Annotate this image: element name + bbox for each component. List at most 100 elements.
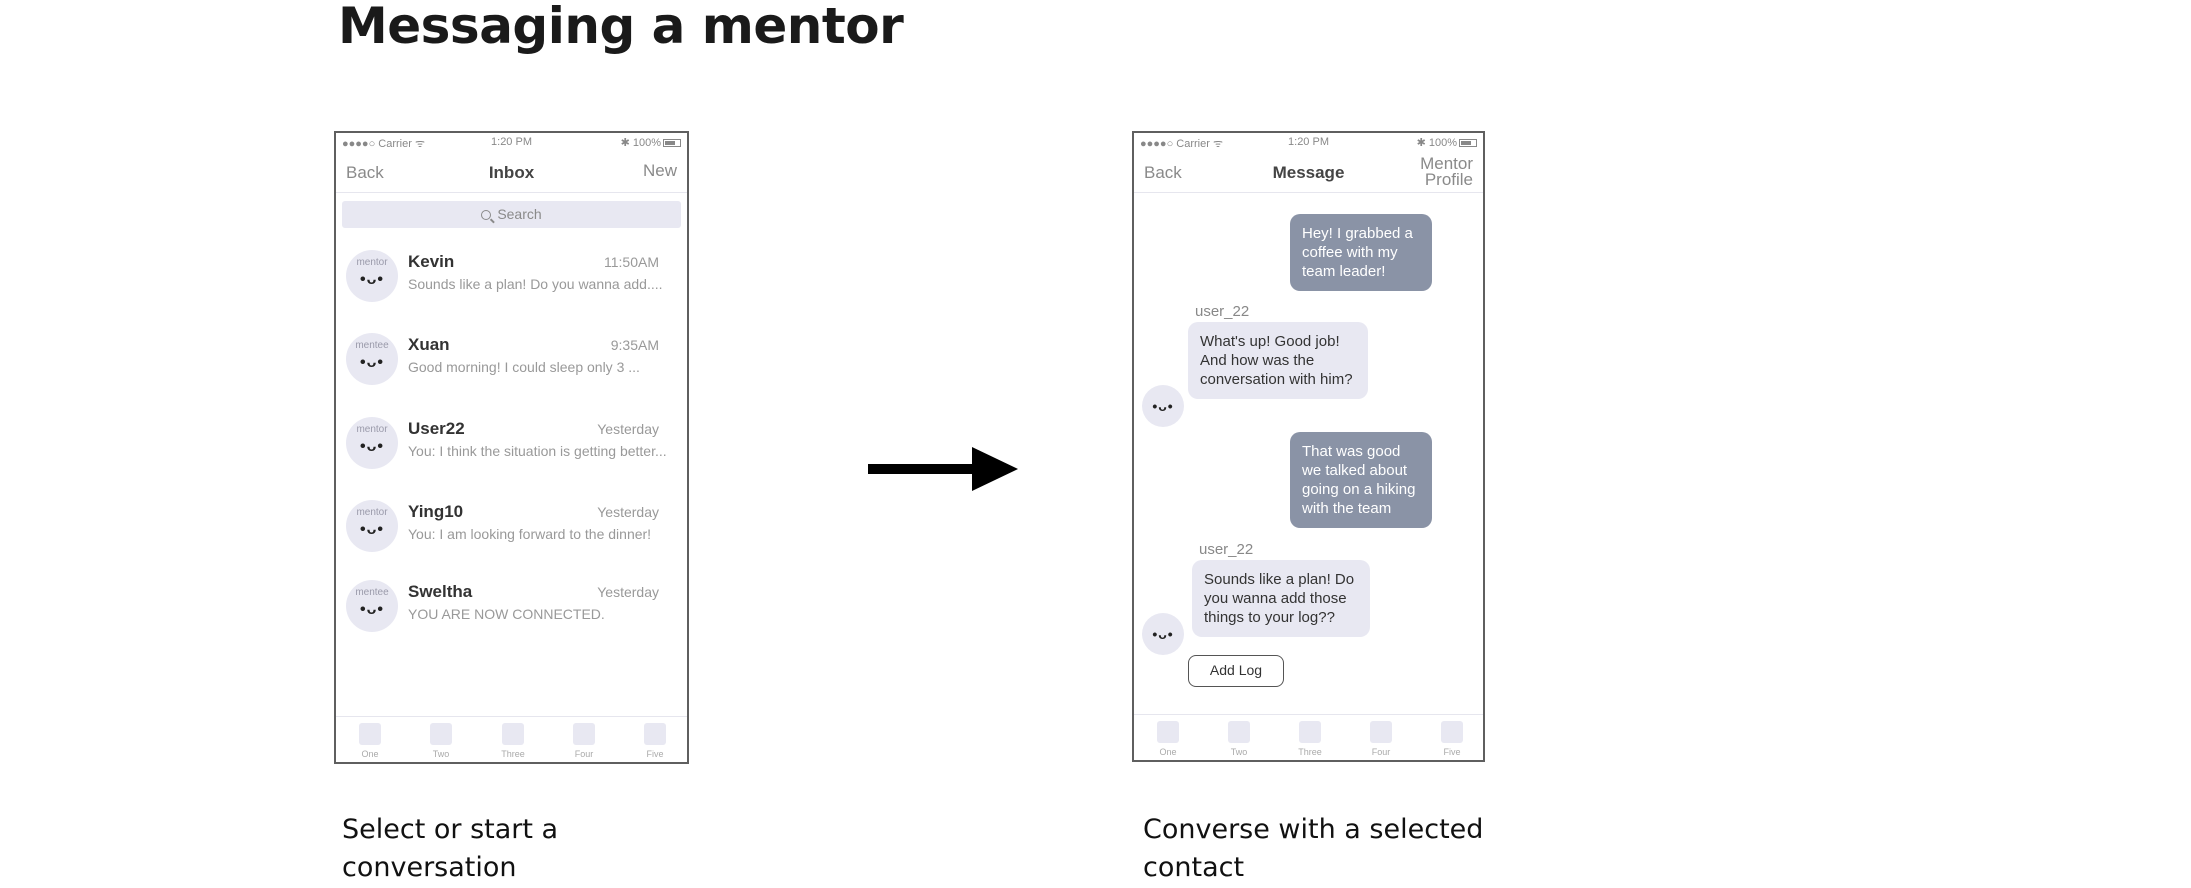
message-preview: You: I think the situation is getting be…: [408, 443, 667, 459]
search-input[interactable]: Search: [342, 201, 681, 228]
message-time: 9:35AM: [610, 337, 659, 353]
tab-one[interactable]: One: [1148, 721, 1188, 757]
message-navbar: Back Message Mentor Profile: [1134, 151, 1483, 193]
tab-four-icon: [573, 723, 595, 745]
tab-two[interactable]: Two: [421, 723, 461, 759]
avatar: •ᴗ•: [1142, 613, 1184, 655]
message-preview: You: I am looking forward to the dinner!: [408, 526, 652, 542]
message-preview: Good morning! I could sleep only 3 ...: [408, 359, 640, 375]
tab-four[interactable]: Four: [1361, 721, 1401, 757]
incoming-message: What's up! Good job! And how was the con…: [1188, 322, 1368, 399]
contact-name: Ying10: [408, 502, 464, 521]
battery-indicator: ✱ 100%: [1417, 136, 1477, 149]
outgoing-message: Hey! I grabbed a coffee with my team lea…: [1290, 214, 1432, 291]
tab-four-icon: [1370, 721, 1392, 743]
status-bar: ●●●●○ Carrier ᯤ 1:20 PM ✱ 100%: [1134, 133, 1483, 151]
tab-label: One: [1159, 747, 1177, 757]
tab-two-icon: [1228, 721, 1250, 743]
tab-label: Three: [501, 749, 525, 759]
tab-bar: One Two Three Four Five: [1134, 714, 1483, 760]
tab-bar: One Two Three Four Five: [336, 716, 687, 762]
face-icon: •ᴗ•: [360, 601, 384, 618]
message-preview: Sounds like a plan! Do you wanna add....: [408, 276, 663, 292]
message-time: Yesterday: [597, 421, 659, 437]
conversation-row-xuan[interactable]: mentee •ᴗ• Xuan 9:35AM Good morning! I c…: [336, 321, 687, 403]
tab-two[interactable]: Two: [1219, 721, 1259, 757]
new-message-button[interactable]: New: [643, 162, 677, 179]
tab-five[interactable]: Five: [635, 723, 675, 759]
face-icon: •ᴗ•: [1152, 398, 1174, 414]
tab-label: Five: [646, 749, 664, 759]
contact-name: Xuan: [408, 335, 450, 354]
battery-icon: [663, 139, 681, 148]
tab-five-icon: [644, 723, 666, 745]
avatar-role: mentor: [356, 424, 388, 435]
tab-three[interactable]: Three: [493, 723, 533, 759]
message-time: 11:50AM: [604, 254, 659, 270]
tab-label: Four: [1371, 747, 1391, 757]
contact-name: Kevin: [408, 252, 455, 271]
face-icon: •ᴗ•: [360, 438, 384, 455]
tab-label: Two: [432, 749, 450, 759]
message-preview: YOU ARE NOW CONNECTED.: [408, 606, 605, 622]
status-bar: ●●●●○ Carrier ᯤ 1:20 PM ✱ 100%: [336, 133, 687, 151]
tab-one-icon: [359, 723, 381, 745]
battery-indicator: ✱ 100%: [621, 136, 681, 149]
inbox-title: Inbox: [488, 163, 535, 182]
tab-five-icon: [1441, 721, 1463, 743]
inbox-screen: ●●●●○ Carrier ᯤ 1:20 PM ✱ 100% Back Inbo…: [334, 131, 689, 764]
message-time: Yesterday: [597, 504, 659, 520]
tab-one[interactable]: One: [350, 723, 390, 759]
tab-four[interactable]: Four: [564, 723, 604, 759]
message-screen: ●●●●○ Carrier ᯤ 1:20 PM ✱ 100% Back Mess…: [1132, 131, 1485, 762]
contact-name: Sweltha: [408, 582, 473, 601]
conversation-row-user22[interactable]: mentor •ᴗ• User22 Yesterday You: I think…: [336, 405, 687, 487]
avatar: mentor •ᴗ•: [346, 250, 398, 302]
face-icon: •ᴗ•: [360, 521, 384, 538]
right-arrow-icon: [868, 447, 1018, 491]
battery-label: ✱ 100%: [1416, 137, 1457, 149]
tab-label: One: [361, 749, 379, 759]
search-icon: [481, 210, 492, 220]
tab-one-icon: [1157, 721, 1179, 743]
contact-name: User22: [408, 419, 465, 438]
battery-label: ✱ 100%: [620, 137, 661, 149]
avatar-role: mentor: [356, 507, 388, 518]
sender-label: user_22: [1199, 541, 1254, 558]
avatar: •ᴗ•: [1142, 385, 1184, 427]
face-icon: •ᴗ•: [360, 354, 384, 371]
tab-label: Four: [574, 749, 594, 759]
search-placeholder: Search: [497, 206, 542, 222]
avatar-role: mentor: [356, 257, 388, 268]
tab-five[interactable]: Five: [1432, 721, 1472, 757]
battery-icon: [1459, 139, 1477, 148]
avatar: mentee •ᴗ•: [346, 580, 398, 632]
message-caption: Converse with a selected contact: [1143, 814, 1484, 883]
tab-three[interactable]: Three: [1290, 721, 1330, 757]
page-title: Messaging a mentor: [338, 0, 904, 55]
tab-three-icon: [1299, 721, 1321, 743]
sender-label: user_22: [1195, 303, 1250, 320]
mentor-profile-button[interactable]: Mentor Profile: [1413, 155, 1473, 188]
outgoing-message: That was good we talked about going on a…: [1290, 432, 1432, 528]
face-icon: •ᴗ•: [360, 271, 384, 288]
tab-label: Three: [1298, 747, 1322, 757]
face-icon: •ᴗ•: [1152, 626, 1174, 642]
tab-three-icon: [502, 723, 524, 745]
inbox-navbar: Back Inbox New: [336, 151, 687, 193]
add-log-button[interactable]: Add Log: [1188, 655, 1284, 687]
avatar: mentor •ᴗ•: [346, 417, 398, 469]
avatar: mentee •ᴗ•: [346, 333, 398, 385]
avatar: mentor •ᴗ•: [346, 500, 398, 552]
conversation-row-sweltha[interactable]: mentee •ᴗ• Sweltha Yesterday YOU ARE NOW…: [336, 568, 687, 650]
tab-two-icon: [430, 723, 452, 745]
conversation-row-ying10[interactable]: mentor •ᴗ• Ying10 Yesterday You: I am lo…: [336, 488, 687, 570]
conversation-row-kevin[interactable]: mentor •ᴗ• Kevin 11:50AM Sounds like a p…: [336, 238, 687, 320]
avatar-role: mentee: [355, 340, 389, 351]
tab-label: Five: [1443, 747, 1461, 757]
message-time: Yesterday: [597, 584, 659, 600]
avatar-role: mentee: [355, 587, 389, 598]
incoming-message: Sounds like a plan! Do you wanna add tho…: [1192, 560, 1370, 637]
tab-label: Two: [1230, 747, 1248, 757]
inbox-caption: Select or start a conversation: [342, 814, 559, 883]
